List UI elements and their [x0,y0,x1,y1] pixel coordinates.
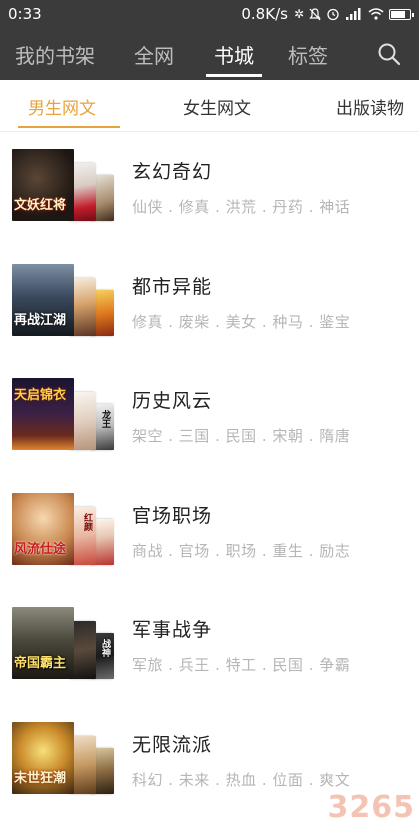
cover-stack: 战神 帝国霸主 [12,607,114,679]
genre-tags: 修真 . 废柴 . 美女 . 种马 . 鉴宝 [132,312,351,331]
mute-icon [309,7,321,20]
cover-subtitle: 龙王 [100,410,110,428]
status-icons: ✲ [293,7,414,21]
cover-title: 再战江湖 [14,312,67,328]
genre-title: 军事战争 [132,619,213,641]
book-cover: 风流仕途 [12,492,74,565]
book-cover: 文妖红将 [12,149,74,221]
genre-item-officialdom[interactable]: 红颜 风流仕途 官场职场 商战 . 官场 . 职场 . 重生 . 励志 [0,477,419,592]
genre-list: 文妖红将 玄幻奇幻 仙侠 . 修真 . 洪荒 . 丹药 . 神话 再战江湖 都市… [0,133,419,819]
genre-tags: 架空 . 三国 . 民国 . 宋朝 . 隋唐 [132,427,351,445]
active-tab-indicator [18,126,120,128]
genre-item-xuanhuan[interactable]: 文妖红将 玄幻奇幻 仙侠 . 修真 . 洪荒 . 丹药 . 神话 [0,133,419,248]
alarm-icon [327,8,339,21]
cover-subtitle: 战神 [100,639,110,657]
cover-title: 末世狂潮 [14,770,67,786]
tab-tags[interactable]: 标签 [284,28,332,80]
tab-all-network[interactable]: 全网 [130,28,178,80]
signal-icon [346,8,361,20]
cover-stack: 龙王 天启锦衣 [12,378,114,450]
genre-item-urban[interactable]: 再战江湖 都市异能 修真 . 废柴 . 美女 . 种马 . 鉴宝 [0,248,419,363]
genre-tags: 军旅 . 兵王 . 特工 . 民国 . 争霸 [132,656,351,674]
tab-male-novels[interactable]: 男生网文 [28,80,96,132]
category-tabs: 男生网文 女生网文 出版读物 [0,80,419,132]
genre-tags: 商战 . 官场 . 职场 . 重生 . 励志 [132,541,351,560]
cover-title: 风流仕途 [14,541,67,557]
top-nav: 我的书架 全网 书城 标签 [0,28,419,80]
genre-title: 无限流派 [132,733,213,756]
search-icon[interactable] [377,42,401,66]
genre-title: 都市异能 [132,275,213,298]
battery-icon [389,8,414,20]
genre-item-military[interactable]: 战神 帝国霸主 军事战争 军旅 . 兵王 . 特工 . 民国 . 争霸 [0,591,419,706]
tab-bookstore[interactable]: 书城 [206,28,262,80]
cover-stack: 文妖红将 [12,149,114,221]
book-cover: 再战江湖 [12,263,74,336]
tab-publications[interactable]: 出版读物 [336,80,404,132]
book-cover: 天启锦衣 [12,378,74,450]
status-bar: 0:33 0.8K/s ✲ [0,0,419,28]
cover-title: 文妖红将 [14,198,67,213]
genre-title: 历史风云 [132,390,213,412]
genre-tags: 仙侠 . 修真 . 洪荒 . 丹药 . 神话 [132,198,351,216]
book-cover: 帝国霸主 [12,607,74,679]
wifi-icon [368,8,384,20]
genre-title: 官场职场 [132,504,213,527]
watermark-logo: 3265 [327,790,415,819]
genre-tags: 科幻 . 未来 . 热血 . 位面 . 爽文 [132,770,351,789]
cover-stack: 红颜 风流仕途 [12,492,114,565]
cover-stack: 再战江湖 [12,263,114,336]
cover-stack: 末世狂潮 [12,721,114,794]
bluetooth-icon: ✲ [293,7,304,21]
cover-subtitle: 红颜 [82,512,92,531]
tab-female-novels[interactable]: 女生网文 [183,80,251,132]
tab-bookshelf[interactable]: 我的书架 [8,28,102,80]
status-right: 0.8K/s ✲ [241,5,414,23]
book-cover: 末世狂潮 [12,721,74,794]
network-speed: 0.8K/s [241,5,288,23]
genre-item-history[interactable]: 龙王 天启锦衣 历史风云 架空 . 三国 . 民国 . 宋朝 . 隋唐 [0,362,419,477]
cover-title: 帝国霸主 [14,656,67,671]
genre-title: 玄幻奇幻 [132,161,213,183]
status-time: 0:33 [8,5,42,23]
cover-title: 天启锦衣 [14,388,67,403]
